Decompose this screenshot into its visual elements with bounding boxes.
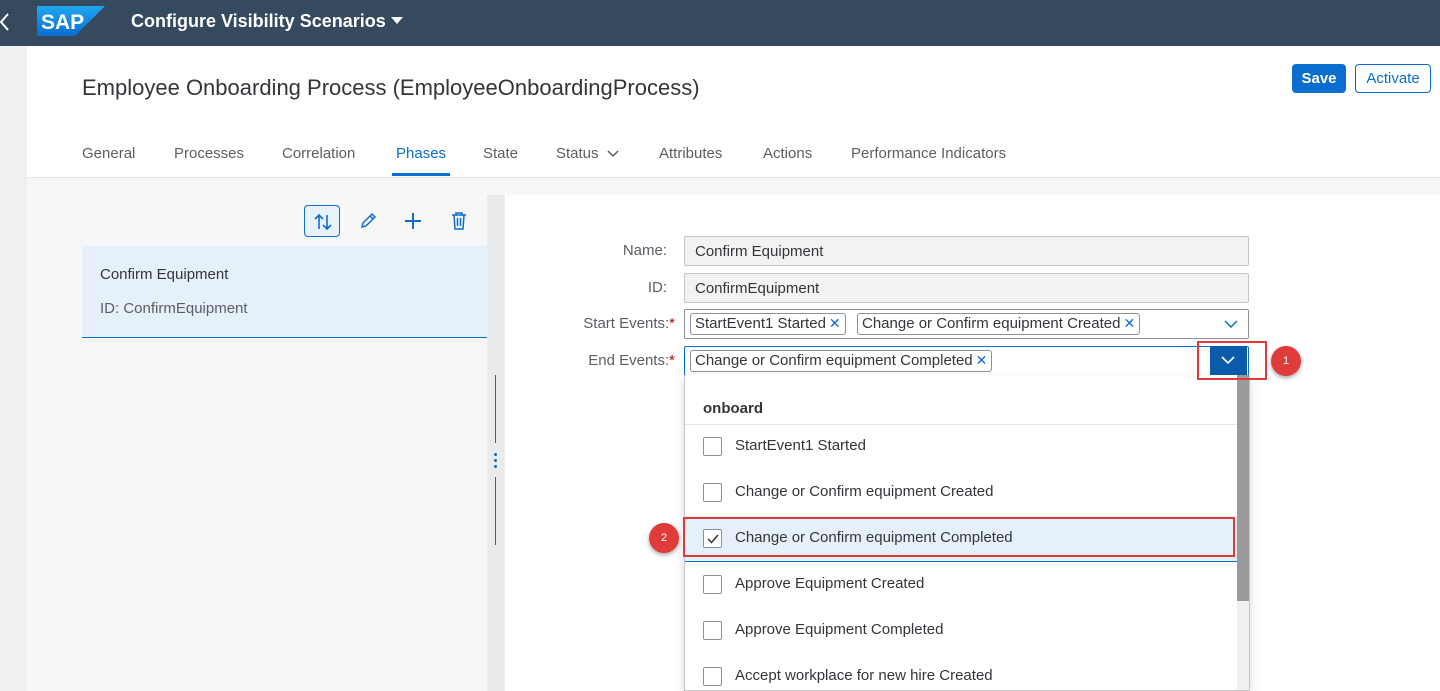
group-header: onboard bbox=[703, 400, 763, 417]
tab-general[interactable]: General bbox=[82, 140, 135, 178]
caret-down-icon[interactable] bbox=[391, 17, 403, 25]
option-label: StartEvent1 Started bbox=[735, 437, 866, 454]
checkbox[interactable] bbox=[703, 575, 722, 594]
list-item-title: Confirm Equipment bbox=[100, 266, 229, 283]
sap-logo[interactable]: SAP bbox=[37, 6, 105, 36]
end-events-input[interactable]: Change or Confirm equipment Completed ✕ bbox=[684, 346, 1249, 376]
back-icon[interactable] bbox=[0, 10, 12, 34]
list-item[interactable]: Accept workplace for new hire Created bbox=[685, 654, 1237, 690]
splitter-line-top bbox=[495, 375, 496, 443]
activate-button[interactable]: Activate bbox=[1355, 64, 1431, 93]
splitter-handle[interactable] bbox=[494, 453, 497, 471]
id-field: ConfirmEquipment bbox=[684, 273, 1249, 303]
add-button[interactable] bbox=[395, 205, 431, 237]
left-strip bbox=[0, 46, 27, 691]
tab-attributes[interactable]: Attributes bbox=[659, 140, 722, 178]
token-label: StartEvent1 Started bbox=[695, 315, 826, 332]
shell-bar: SAP Configure Visibility Scenarios bbox=[0, 0, 1440, 46]
chevron-down-icon bbox=[607, 150, 619, 158]
list-item[interactable]: StartEvent1 Started bbox=[685, 424, 1237, 470]
tab-status[interactable]: Status bbox=[556, 140, 619, 178]
required-mark: * bbox=[669, 352, 675, 369]
add-icon bbox=[405, 213, 421, 229]
tab-phases[interactable]: Phases bbox=[391, 140, 451, 178]
checkbox[interactable] bbox=[703, 667, 722, 686]
scrollbar[interactable] bbox=[1237, 375, 1249, 690]
name-field: Confirm Equipment bbox=[684, 236, 1249, 266]
required-mark: * bbox=[669, 315, 675, 332]
app-title[interactable]: Configure Visibility Scenarios bbox=[131, 11, 386, 32]
end-events-label-text: End Events: bbox=[588, 352, 670, 369]
start-events-input[interactable]: StartEvent1 Started ✕ Change or Confirm e… bbox=[684, 309, 1249, 339]
list-item[interactable]: Confirm Equipment ID: ConfirmEquipment bbox=[82, 246, 487, 338]
option-label: Change or Confirm equipment Created bbox=[735, 483, 994, 500]
checkbox[interactable] bbox=[703, 621, 722, 640]
list-item[interactable]: Approve Equipment Created bbox=[685, 562, 1237, 608]
option-label: Approve Equipment Completed bbox=[735, 621, 944, 638]
delete-button[interactable] bbox=[441, 205, 477, 237]
tab-processes[interactable]: Processes bbox=[174, 140, 244, 178]
step-badge: 2 bbox=[649, 523, 679, 553]
highlight-box bbox=[683, 517, 1235, 557]
chevron-down-icon[interactable] bbox=[1224, 320, 1238, 329]
start-events-label: Start Events:* bbox=[475, 315, 675, 332]
end-events-label: End Events:* bbox=[475, 352, 675, 369]
close-icon[interactable]: ✕ bbox=[1123, 315, 1135, 331]
save-button[interactable]: Save bbox=[1292, 64, 1346, 93]
close-icon[interactable]: ✕ bbox=[976, 352, 988, 368]
highlight-box bbox=[1197, 341, 1267, 380]
tab-performance-indicators[interactable]: Performance Indicators bbox=[851, 140, 1006, 178]
scrollbar-thumb[interactable] bbox=[1237, 375, 1249, 601]
tab-status-label: Status bbox=[556, 145, 599, 162]
sap-logo-text: SAP bbox=[41, 11, 84, 34]
tab-actions[interactable]: Actions bbox=[763, 140, 812, 178]
splitter-line-bottom bbox=[495, 477, 496, 545]
checkbox[interactable] bbox=[703, 437, 722, 456]
list-item[interactable]: Change or Confirm equipment Created bbox=[685, 470, 1237, 516]
token[interactable]: Change or Confirm equipment Completed ✕ bbox=[690, 350, 993, 372]
option-label: Approve Equipment Created bbox=[735, 575, 925, 592]
sort-icon bbox=[314, 213, 332, 231]
tab-state[interactable]: State bbox=[483, 140, 518, 178]
delete-icon bbox=[452, 212, 466, 230]
list-item-id: ID: ConfirmEquipment bbox=[100, 300, 248, 317]
name-label: Name: bbox=[622, 242, 667, 259]
edit-icon bbox=[360, 212, 377, 229]
close-icon[interactable]: ✕ bbox=[829, 315, 841, 331]
object-header: Employee Onboarding Process (EmployeeOnb… bbox=[27, 46, 1440, 178]
splitter[interactable] bbox=[487, 195, 505, 691]
edit-button[interactable] bbox=[350, 205, 386, 237]
token-label: Change or Confirm equipment Created bbox=[862, 315, 1121, 332]
step-badge: 1 bbox=[1271, 346, 1301, 376]
page-title: Employee Onboarding Process (EmployeeOnb… bbox=[82, 75, 700, 100]
tab-correlation[interactable]: Correlation bbox=[282, 140, 355, 178]
id-label: ID: bbox=[647, 279, 667, 296]
option-label: Accept workplace for new hire Created bbox=[735, 667, 993, 684]
sort-button[interactable] bbox=[304, 205, 340, 237]
start-events-label-text: Start Events: bbox=[583, 315, 670, 332]
token[interactable]: Change or Confirm equipment Created ✕ bbox=[857, 313, 1141, 335]
list-item[interactable]: Approve Equipment Completed bbox=[685, 608, 1237, 654]
token-label: Change or Confirm equipment Completed bbox=[695, 352, 973, 369]
token[interactable]: StartEvent1 Started ✕ bbox=[690, 313, 846, 335]
checkbox[interactable] bbox=[703, 483, 722, 502]
